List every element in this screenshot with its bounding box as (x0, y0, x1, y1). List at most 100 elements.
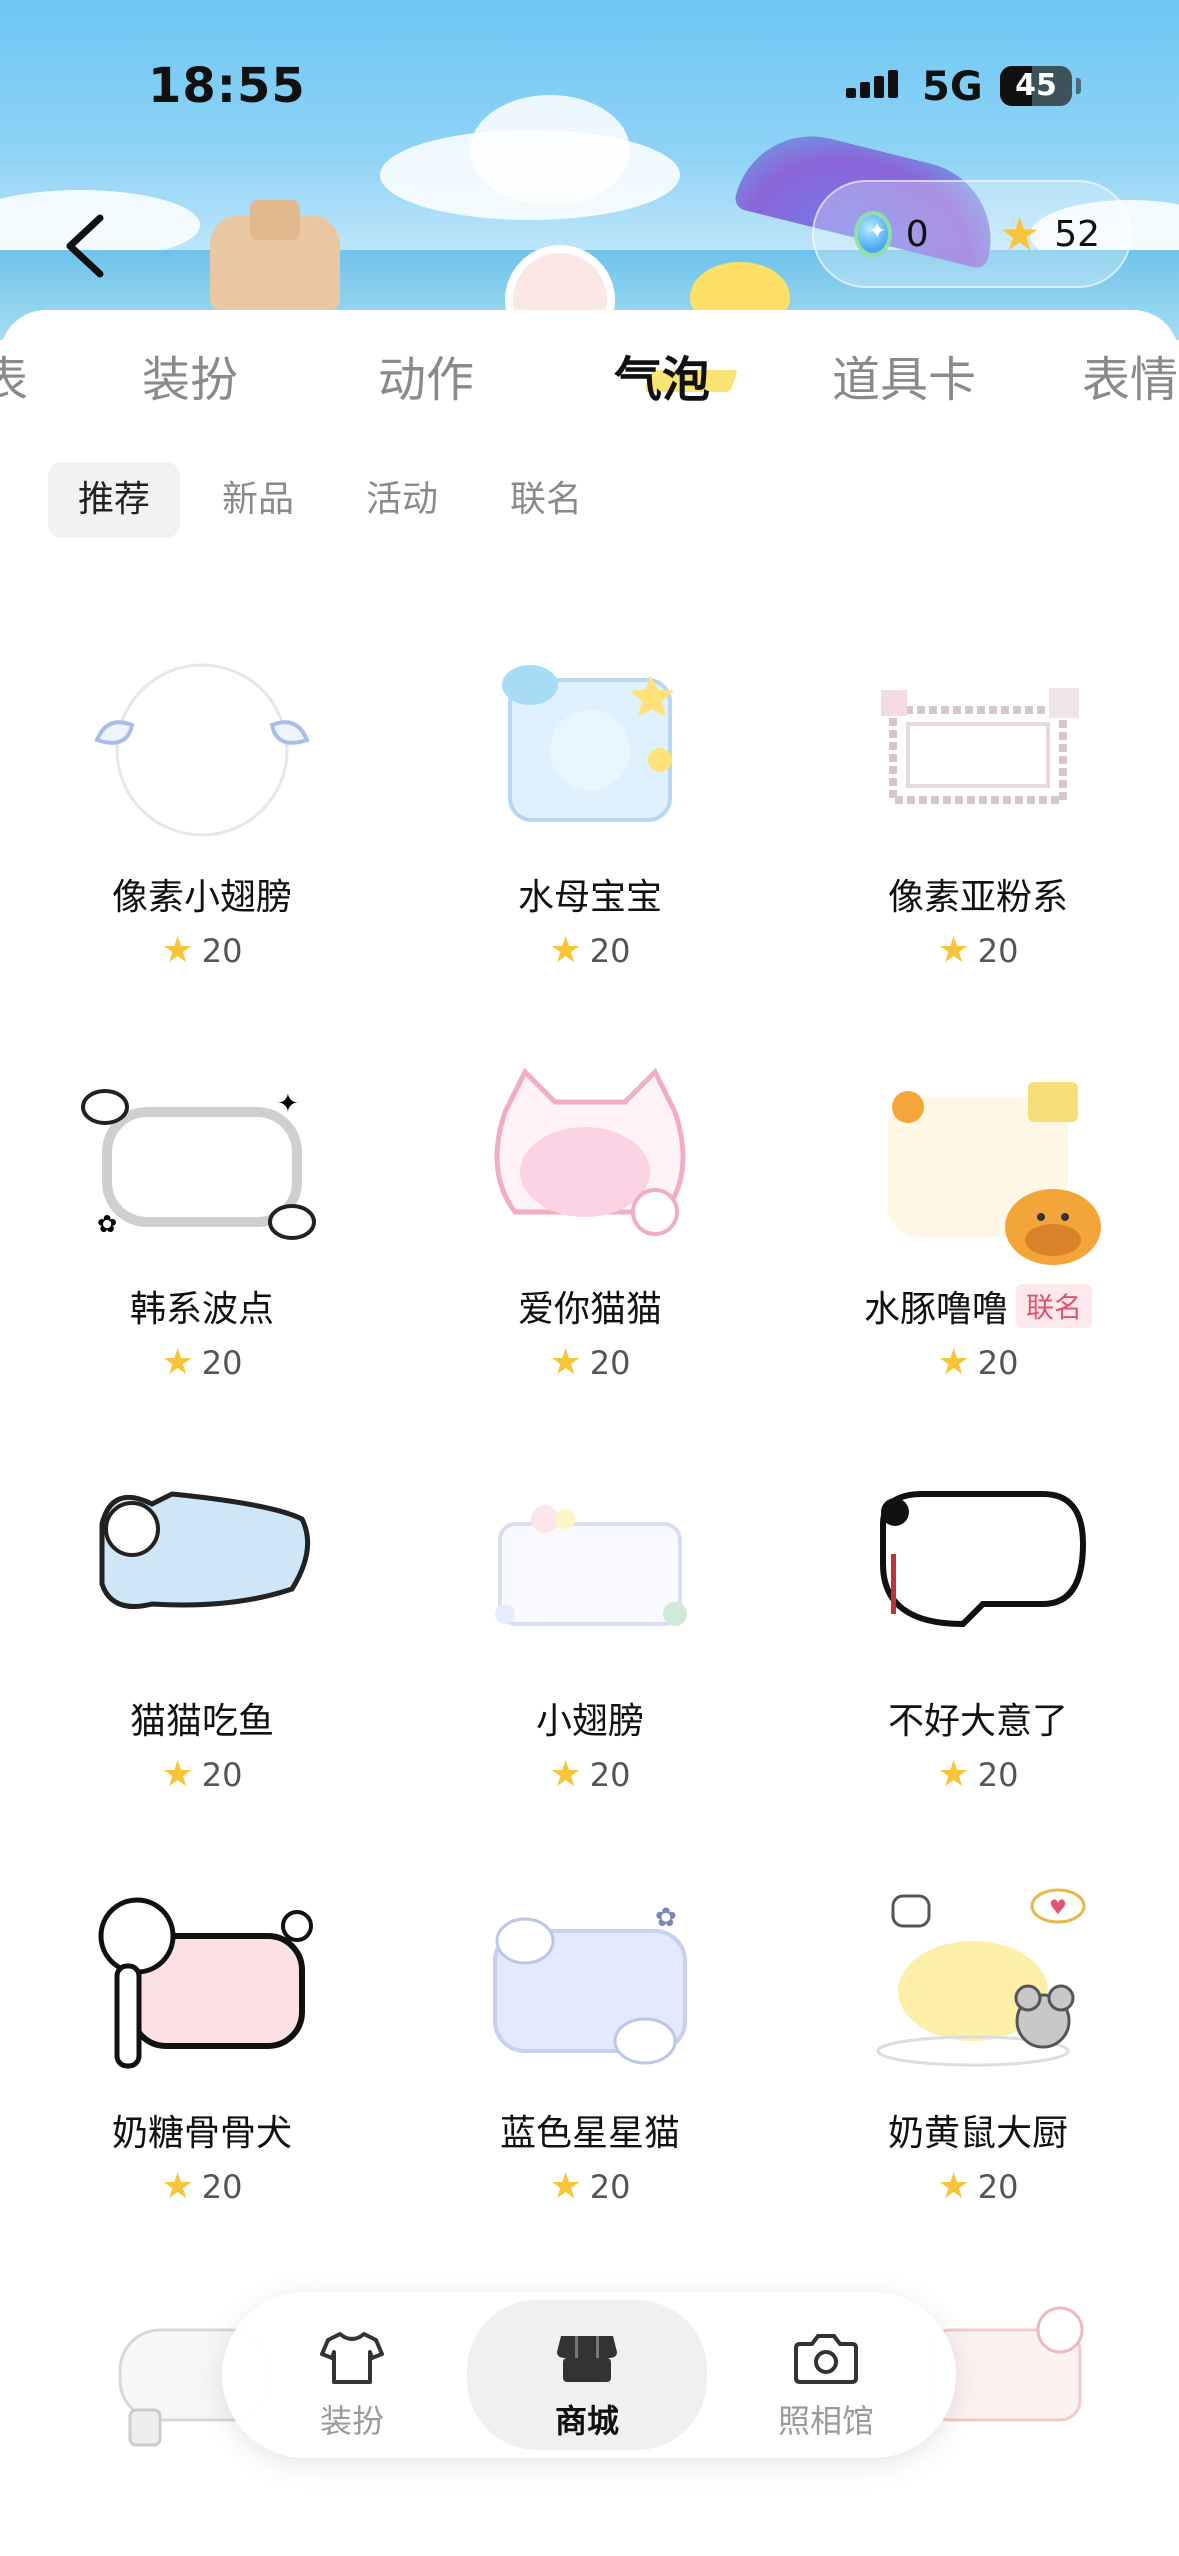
gem-icon (854, 211, 892, 257)
camera-icon (794, 2334, 858, 2384)
bubble-thumbnail: ✦✿ (81, 1089, 316, 1240)
battery-icon: 45 (1000, 66, 1072, 106)
star-icon: ★ (549, 930, 582, 971)
bubble-name-row: 水豚噜噜 联名 (798, 1280, 1158, 1332)
bubble-price-row: ★ 20 (22, 930, 382, 971)
bubble-thumbnail (98, 1897, 313, 2069)
star-icon: ★ (161, 930, 194, 971)
bubble-thumbnail: ♥ (876, 1888, 1086, 2067)
tab-bubble[interactable]: 气泡 (614, 340, 710, 410)
bubble-price: 20 (977, 2168, 1019, 2206)
bubble-name: 奶黄鼠大厨 (887, 2113, 1068, 2154)
bubble-item[interactable]: 像素亚粉系 ★ 20 (798, 640, 1158, 1040)
tab-prop-card[interactable]: 道具卡 (832, 340, 976, 410)
bubble-name-row: 水母宝宝 (410, 868, 770, 920)
status-time: 18:55 (148, 58, 306, 114)
bubble-thumbnail (888, 1082, 1101, 1265)
bubble-name-row: 韩系波点 (22, 1280, 382, 1332)
nav-store[interactable]: 商城 (467, 2300, 707, 2450)
chip-collab[interactable]: 联名 (480, 462, 612, 538)
bubble-name: 水母宝宝 (517, 877, 662, 918)
bubble-item[interactable]: ♥ 奶黄鼠大厨 ★ 20 (798, 1876, 1158, 2276)
battery-level: 45 (1015, 68, 1057, 103)
star-icon: ★ (549, 1342, 582, 1383)
bubble-item[interactable]: 奶糖骨骨犬 ★ 20 (22, 1876, 382, 2276)
bubble-price: 20 (589, 1344, 631, 1382)
bubble-name-row: 不好大意了 (798, 1692, 1158, 1744)
bubble-name-row: 小翅膀 (410, 1692, 770, 1744)
network-type: 5G (922, 64, 983, 110)
bubble-item[interactable]: 小翅膀 ★ 20 (410, 1464, 770, 1864)
chip-recommend[interactable]: 推荐 (48, 462, 181, 538)
tab-outfit[interactable]: 装扮 (142, 340, 238, 410)
bubble-price: 20 (201, 1344, 243, 1382)
tab-action[interactable]: 动作 (378, 340, 474, 410)
bubble-item[interactable]: 水豚噜噜 联名 ★ 20 (798, 1052, 1158, 1452)
bubble-price-row: ★ 20 (22, 2166, 382, 2207)
svg-text:♥: ♥ (1049, 1895, 1067, 1919)
bubble-name: 爱你猫猫 (517, 1289, 662, 1330)
back-icon[interactable] (56, 210, 116, 282)
bubble-name: 像素小翅膀 (111, 877, 292, 918)
bubble-price: 20 (201, 2168, 243, 2206)
nav-photo-studio[interactable]: 照相馆 (706, 2292, 946, 2458)
bubble-price: 20 (589, 1756, 631, 1794)
star-count: 52 (1054, 213, 1100, 255)
bubble-price: 20 (977, 1756, 1019, 1794)
star-icon: ★ (998, 207, 1041, 261)
bubble-price: 20 (201, 932, 243, 970)
nav-outfit-label: 装扮 (319, 2402, 384, 2440)
chip-event[interactable]: 活动 (336, 462, 468, 538)
bubble-name-row: 蓝色星星猫 (410, 2104, 770, 2156)
bubble-name-row: 奶黄鼠大厨 (798, 2104, 1158, 2156)
bubble-name: 像素亚粉系 (887, 877, 1068, 918)
bubble-name: 小翅膀 (535, 1701, 644, 1742)
bubble-name-row: 猫猫吃鱼 (22, 1692, 382, 1744)
star-icon: ★ (937, 2166, 970, 2207)
bubble-item[interactable]: ✦ ✿ 韩系波点 ★ 20 (22, 1052, 382, 1452)
bubble-price: 20 (977, 932, 1019, 970)
bubble-item[interactable]: 猫猫吃鱼 ★ 20 (22, 1464, 382, 1864)
bubble-name: 奶糖骨骨犬 (111, 2113, 292, 2154)
bubble-name-row: 爱你猫猫 (410, 1280, 770, 1332)
bubble-thumbnail (881, 688, 1079, 804)
bubble-name: 水豚噜噜 (863, 1289, 1008, 1330)
tab-emoji[interactable]: 表情 (1082, 340, 1178, 410)
star-icon: ★ (937, 930, 970, 971)
bubble-item[interactable]: 爱你猫猫 ★ 20 (410, 1052, 770, 1452)
bubble-thumbnail (99, 1491, 311, 1609)
bubble-name: 韩系波点 (129, 1289, 274, 1330)
bubble-thumbnail: ✿ (493, 1903, 687, 2065)
star-icon: ★ (161, 2166, 194, 2207)
bubble-name-row: 像素小翅膀 (22, 868, 382, 920)
bubble-price-row: ★ 20 (22, 1342, 382, 1383)
bubble-item[interactable]: 不好大意了 ★ 20 (798, 1464, 1158, 1864)
bubble-price-row: ★ 20 (410, 2166, 770, 2207)
bubble-item[interactable]: 水母宝宝 ★ 20 (410, 640, 770, 1040)
star-icon: ★ (161, 1342, 194, 1383)
tab-partial: 表 (0, 352, 29, 408)
chip-new[interactable]: 新品 (192, 462, 324, 538)
bubble-price-row: ★ 20 (22, 1754, 382, 1795)
bubble-price: 20 (977, 1344, 1019, 1382)
star-icon: ★ (937, 1754, 970, 1795)
bubble-price-row: ★ 20 (410, 1342, 770, 1383)
bubble-name: 猫猫吃鱼 (129, 1701, 274, 1742)
bubble-price-row: ★ 20 (410, 1754, 770, 1795)
bubble-item[interactable]: ✿ 蓝色星星猫 ★ 20 (410, 1876, 770, 2276)
gem-count: 0 (905, 213, 929, 255)
signal-icon (846, 68, 906, 98)
star-icon: ★ (549, 1754, 582, 1795)
store-icon (557, 2336, 617, 2382)
bubble-price: 20 (589, 2168, 631, 2206)
bubble-name-row: 像素亚粉系 (798, 868, 1158, 920)
category-tabs: 表 装扮 动作 气泡 道具卡 表情 (0, 340, 1179, 410)
filter-chips: 推荐 新品 活动 联名 (48, 462, 624, 538)
nav-outfit[interactable]: 装扮 (232, 2292, 472, 2458)
nav-photo-label: 照相馆 (777, 2402, 874, 2440)
currency-panel[interactable]: 0 ★ 52 (812, 180, 1132, 288)
bubble-thumbnail (494, 1067, 686, 1236)
bubble-item[interactable]: 像素小翅膀 ★ 20 (22, 640, 382, 1040)
bubble-price-row: ★ 20 (410, 930, 770, 971)
svg-text:✦: ✦ (277, 1089, 299, 1119)
